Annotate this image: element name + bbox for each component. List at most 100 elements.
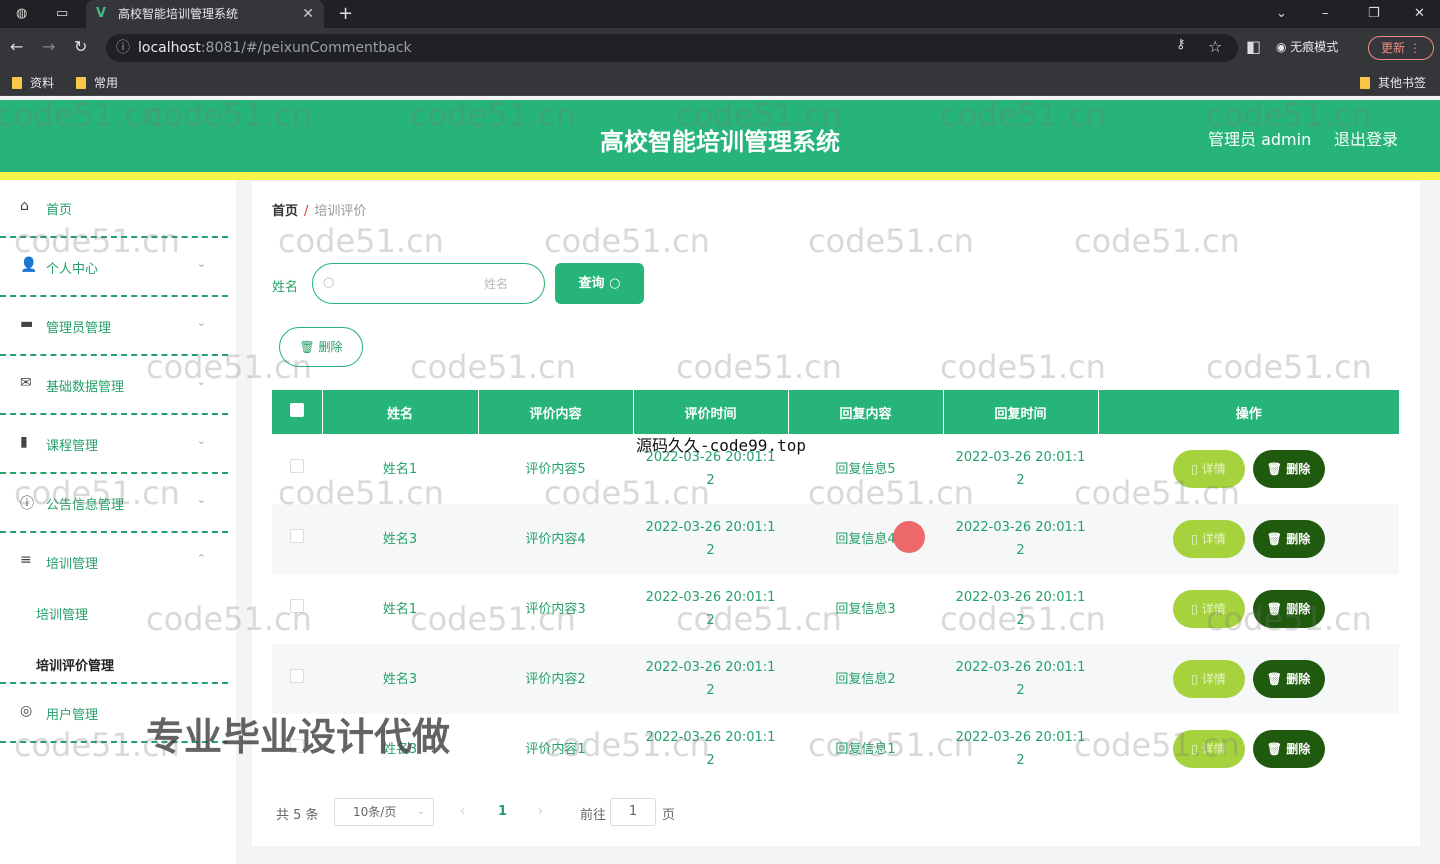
- close-window-icon[interactable]: ✕: [1414, 6, 1425, 21]
- row-select-cell[interactable]: [272, 714, 322, 784]
- sidebar-item-home[interactable]: ⌂ 首页: [0, 180, 228, 238]
- delete-button[interactable]: 🗑 删除: [1252, 660, 1325, 698]
- url-field[interactable]: ⓘ localhost:8081/#/peixunCommentback: [106, 34, 1238, 62]
- sidebar-item-course[interactable]: ▮ 课程管理 ⌄: [0, 416, 228, 474]
- row-checkbox[interactable]: [290, 528, 304, 543]
- update-label: 更新: [1381, 41, 1406, 55]
- bookmark-folder-2[interactable]: 常用: [76, 74, 118, 91]
- time-line: 2022-03-26 20:01:1: [955, 450, 1086, 465]
- trash-icon: 🗑: [1266, 532, 1283, 546]
- query-button[interactable]: 查询 ○: [555, 263, 644, 304]
- sidebar-item-label: 基础数据管理: [46, 380, 125, 395]
- detail-button[interactable]: ▯ 详情: [1172, 590, 1245, 628]
- cell-content: 评价内容4: [478, 504, 633, 574]
- select-all-header[interactable]: [272, 390, 323, 434]
- total-count: 共 5 条: [276, 808, 319, 823]
- name-search-input[interactable]: [343, 272, 538, 296]
- delete-button[interactable]: 🗑 删除: [1252, 590, 1325, 628]
- address-bar-row: ← → ↻ ⓘ localhost:8081/#/peixunCommentba…: [0, 28, 1440, 68]
- batch-delete-button[interactable]: 🗑 删除: [279, 327, 363, 367]
- detail-button[interactable]: ▯ 详情: [1172, 660, 1245, 698]
- key-icon[interactable]: ⚷: [1176, 37, 1186, 52]
- row-select-cell[interactable]: [272, 434, 322, 504]
- detail-button[interactable]: ▯ 详情: [1172, 520, 1245, 558]
- current-page[interactable]: 1: [498, 804, 507, 819]
- cell-reply: 回复信息5: [835, 461, 896, 477]
- folder-icon: [76, 77, 86, 89]
- sidebar-item-basic-data[interactable]: ✉ 基础数据管理 ⌄: [0, 357, 228, 415]
- incognito-icon: ◉: [1276, 40, 1291, 54]
- table-row: 姓名3 评价内容2 2022-03-26 20:01:1 2 回复信息2 2022…: [272, 644, 1399, 714]
- cell-actions: ▯ 详情 🗑 删除: [1098, 644, 1399, 714]
- browser-globe-icon[interactable]: ◍: [16, 6, 27, 21]
- delete-label: 删除: [1286, 742, 1311, 756]
- time-line: 2022-03-26 20:01:1: [645, 450, 776, 465]
- submenu-training-management[interactable]: 培训管理: [36, 604, 88, 623]
- forward-icon[interactable]: →: [42, 37, 55, 56]
- row-checkbox[interactable]: [290, 668, 304, 683]
- tab-close-icon[interactable]: ✕: [302, 0, 314, 28]
- sidebar-item-users[interactable]: ◎ 用户管理: [0, 685, 228, 743]
- delete-button[interactable]: 🗑 删除: [1252, 520, 1325, 558]
- delete-button[interactable]: 🗑 删除: [1252, 730, 1325, 768]
- sidebar-item-announcement[interactable]: ⓘ 公告信息管理 ⌄: [0, 475, 228, 533]
- search-box: ○: [312, 263, 545, 304]
- row-checkbox[interactable]: [290, 458, 304, 473]
- reload-icon[interactable]: ↻: [74, 37, 87, 56]
- site-info-icon[interactable]: ⓘ: [116, 34, 130, 62]
- incognito-indicator[interactable]: ◉ 无痕模式: [1276, 38, 1338, 55]
- next-page-icon[interactable]: ›: [538, 804, 543, 819]
- back-icon[interactable]: ←: [10, 37, 23, 56]
- breadcrumb-home[interactable]: 首页: [272, 204, 298, 219]
- update-button[interactable]: 更新 ⋮: [1368, 36, 1434, 60]
- row-select-cell[interactable]: [272, 574, 322, 644]
- maximize-icon[interactable]: ❐: [1368, 6, 1380, 21]
- row-select-cell[interactable]: [272, 644, 322, 714]
- cell-actions: ▯ 详情 🗑 删除: [1098, 504, 1399, 574]
- prev-page-icon[interactable]: ‹: [460, 804, 465, 819]
- other-bookmarks[interactable]: 其他书签: [1360, 74, 1426, 91]
- info-icon: ⓘ: [20, 496, 34, 512]
- row-checkbox[interactable]: [290, 598, 304, 613]
- current-user: 管理员 admin: [1208, 130, 1312, 149]
- cell-reply-time: 2022-03-26 20:01:1 2: [943, 714, 1098, 784]
- sidebar-item-personal-center[interactable]: 👤 个人中心 ⌄: [0, 239, 228, 297]
- trash-icon: 🗑: [1266, 462, 1283, 476]
- detail-button[interactable]: ▯ 详情: [1172, 450, 1245, 488]
- cell-actions: ▯ 详情 🗑 删除: [1098, 714, 1399, 784]
- submenu-training-evaluation[interactable]: 培训评价管理: [36, 655, 114, 674]
- delete-button[interactable]: 🗑 删除: [1252, 450, 1325, 488]
- page-size-select[interactable]: 10条/页 ⌄: [334, 798, 434, 826]
- tab-list-icon[interactable]: ▭: [56, 6, 68, 21]
- doc-icon: ▯: [1191, 742, 1198, 756]
- logout-link[interactable]: 退出登录: [1334, 126, 1398, 150]
- goto-page-input[interactable]: 1: [610, 798, 656, 826]
- tab-search-icon[interactable]: ⌄: [1276, 6, 1287, 21]
- other-bookmarks-label: 其他书签: [1378, 76, 1427, 90]
- doc-icon: ▯: [1191, 462, 1198, 476]
- side-panel-icon[interactable]: ◧: [1246, 37, 1261, 56]
- table-row: 姓名1 评价内容5 2022-03-26 20:01:1 2 回复信息5 2022…: [272, 434, 1399, 504]
- time-line: 2022-03-26 20:01:1: [955, 590, 1086, 605]
- page-size-value: 10条/页: [353, 805, 397, 819]
- row-checkbox[interactable]: [290, 738, 304, 753]
- sidebar-item-training[interactable]: ≡ 培训管理 ⌃ 培训管理 培训评价管理: [0, 534, 228, 684]
- row-select-cell[interactable]: [272, 504, 322, 574]
- time-line: 2022-03-26 20:01:1: [645, 730, 776, 745]
- minimize-icon[interactable]: –: [1322, 6, 1329, 21]
- detail-button[interactable]: ▯ 详情: [1172, 730, 1245, 768]
- bookmark-star-icon[interactable]: ☆: [1208, 37, 1222, 56]
- cell-name: 姓名3: [322, 644, 478, 714]
- select-all-checkbox[interactable]: [289, 403, 304, 417]
- new-tab-icon[interactable]: +: [338, 3, 353, 24]
- sidebar-item-admin-management[interactable]: ▬ 管理员管理 ⌄: [0, 298, 228, 356]
- table-row: 姓名1 评价内容3 2022-03-26 20:01:1 2 回复信息3 2022…: [272, 574, 1399, 644]
- time-line: 2022-03-26 20:01:1: [645, 590, 776, 605]
- bookmark-folder-1[interactable]: 资料: [12, 74, 54, 91]
- sidebar-item-label: 个人中心: [46, 262, 99, 277]
- search-icon: ○: [609, 276, 621, 291]
- breadcrumb-current: 培训评价: [314, 204, 367, 219]
- delete-label: 删除: [1286, 602, 1311, 616]
- detail-label: 详情: [1201, 462, 1226, 476]
- browser-tab[interactable]: V 高校智能培训管理系统 ✕: [86, 0, 324, 28]
